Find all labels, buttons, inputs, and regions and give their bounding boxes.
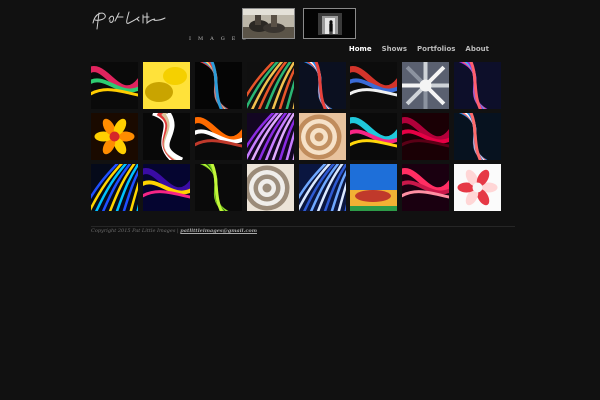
artwork-thumbnail-icon xyxy=(350,62,398,109)
gallery-thumbnail[interactable] xyxy=(142,113,190,160)
artwork-thumbnail-icon xyxy=(454,62,502,109)
artwork-thumbnail-icon xyxy=(298,113,346,160)
artwork-thumbnail-icon xyxy=(454,164,502,211)
gallery-thumbnail[interactable] xyxy=(91,62,138,109)
gallery-thumbnail[interactable] xyxy=(91,164,138,211)
nav-shows[interactable]: Shows xyxy=(382,45,407,54)
gallery-thumbnail[interactable] xyxy=(298,113,346,160)
gallery-thumbnail[interactable] xyxy=(454,113,502,160)
artwork-thumbnail-icon xyxy=(402,164,450,211)
artwork-thumbnail-icon xyxy=(350,164,398,211)
header-photo-tunnel[interactable] xyxy=(303,8,356,39)
copyright-text: Copyright 2015 Pat Little Images | xyxy=(91,228,179,234)
signature-logo-icon xyxy=(92,11,166,30)
artwork-thumbnail-icon xyxy=(246,62,294,109)
gallery-thumbnail[interactable] xyxy=(454,62,502,109)
artwork-thumbnail-icon xyxy=(454,113,502,160)
footer: Copyright 2015 Pat Little Images | patli… xyxy=(91,228,257,234)
gallery-thumbnail[interactable] xyxy=(402,62,450,109)
artwork-thumbnail-icon xyxy=(194,62,242,109)
artwork-thumbnail-icon xyxy=(298,62,346,109)
nav-about[interactable]: About xyxy=(465,45,489,54)
artwork-thumbnail-icon xyxy=(142,164,190,211)
artwork-thumbnail-icon xyxy=(194,164,242,211)
gallery-thumbnail[interactable] xyxy=(350,62,398,109)
email-link[interactable]: patlittleimages@gmail.com xyxy=(180,228,257,234)
artwork-thumbnail-icon xyxy=(402,62,450,109)
gallery-thumbnail[interactable] xyxy=(350,113,398,160)
artwork-thumbnail-icon xyxy=(91,62,138,109)
footer-divider xyxy=(91,226,515,227)
artwork-thumbnail-icon xyxy=(350,113,398,160)
gallery-thumbnail[interactable] xyxy=(194,164,242,211)
gallery-thumbnail[interactable] xyxy=(142,164,190,211)
gallery-thumbnail[interactable] xyxy=(91,113,138,160)
gallery-thumbnail[interactable] xyxy=(246,62,294,109)
nav-home[interactable]: Home xyxy=(349,45,372,54)
gallery-thumbnail[interactable] xyxy=(246,164,294,211)
logo[interactable]: IMAGES xyxy=(89,9,246,42)
artwork-thumbnail-icon xyxy=(246,164,294,211)
photo-thumbnail-icon xyxy=(304,9,355,38)
gallery-thumbnail[interactable] xyxy=(402,113,450,160)
artwork-thumbnail-icon xyxy=(142,62,190,109)
gallery-thumbnail[interactable] xyxy=(298,62,346,109)
artwork-thumbnail-icon xyxy=(246,113,294,160)
gallery-thumbnail[interactable] xyxy=(246,113,294,160)
artwork-thumbnail-icon xyxy=(91,164,138,211)
nav-portfolios[interactable]: Portfolios xyxy=(417,45,455,54)
artwork-thumbnail-icon xyxy=(402,113,450,160)
main-nav: Home Shows Portfolios About xyxy=(339,45,489,54)
artwork-thumbnail-icon xyxy=(142,113,190,160)
gallery-thumbnail[interactable] xyxy=(298,164,346,211)
gallery-thumbnail[interactable] xyxy=(402,164,450,211)
artwork-thumbnail-icon xyxy=(194,113,242,160)
photo-thumbnail-icon xyxy=(243,9,294,38)
gallery-thumbnail[interactable] xyxy=(194,62,242,109)
gallery-grid xyxy=(91,62,502,211)
gallery-thumbnail[interactable] xyxy=(194,113,242,160)
header-photo-shoes[interactable] xyxy=(242,8,295,39)
artwork-thumbnail-icon xyxy=(298,164,346,211)
gallery-thumbnail[interactable] xyxy=(454,164,502,211)
gallery-thumbnail[interactable] xyxy=(142,62,190,109)
artwork-thumbnail-icon xyxy=(91,113,138,160)
gallery-thumbnail[interactable] xyxy=(350,164,398,211)
